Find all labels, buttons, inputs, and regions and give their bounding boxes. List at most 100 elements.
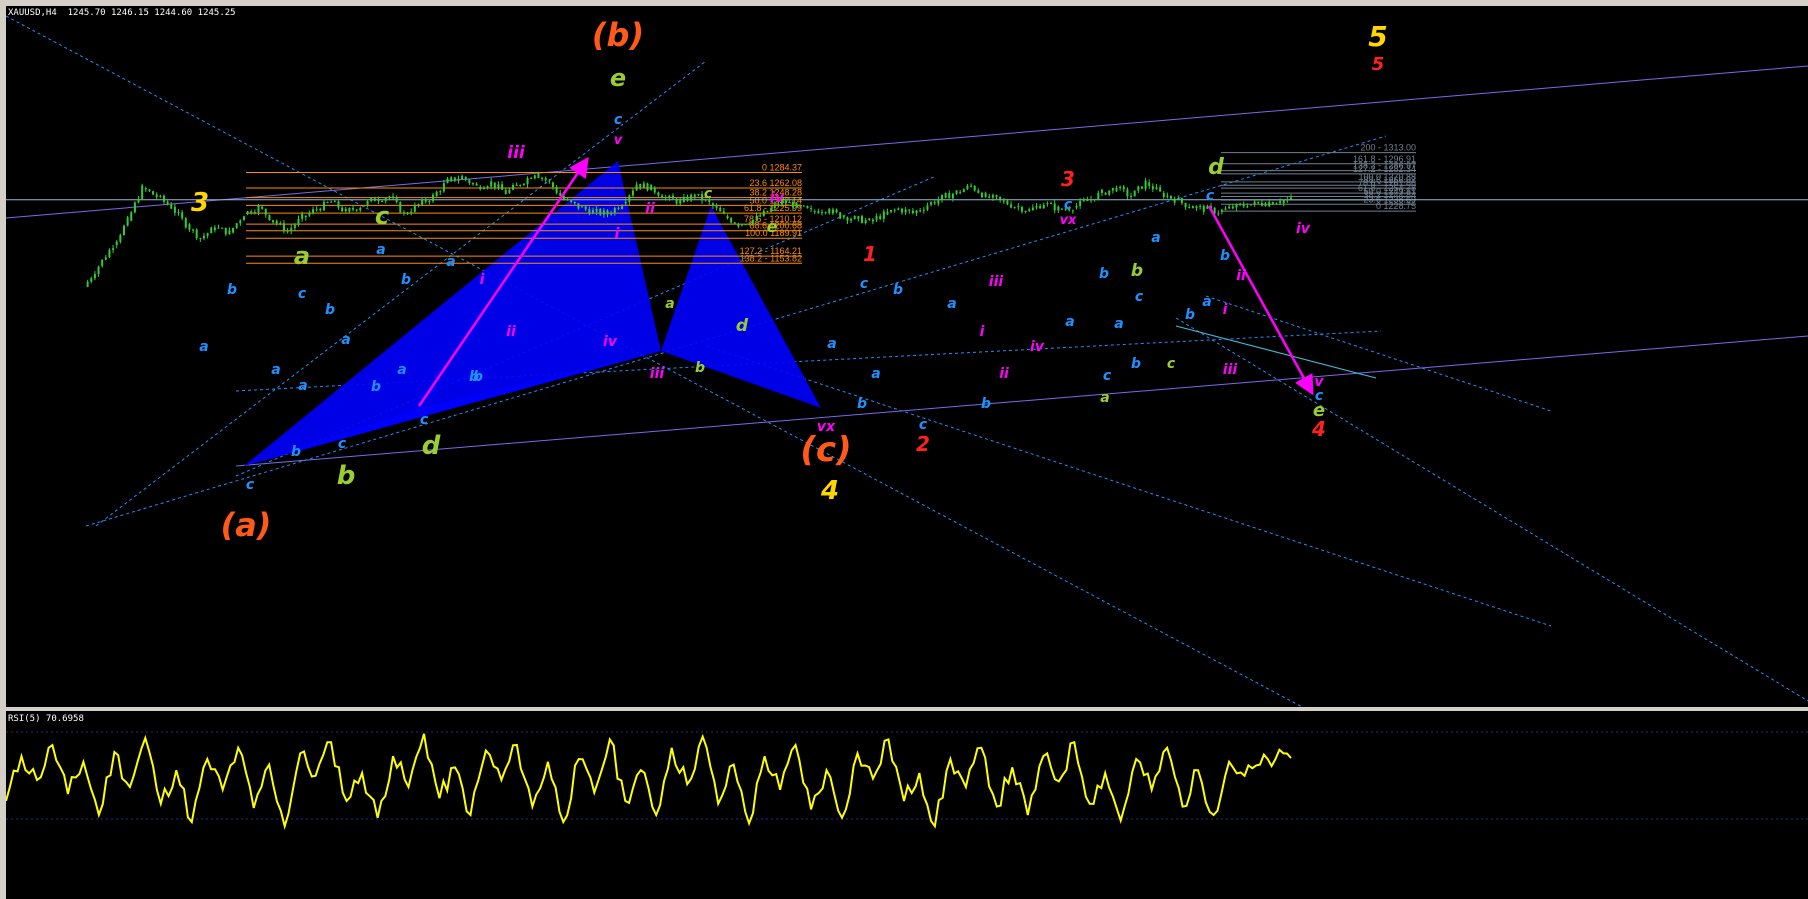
candle-body bbox=[791, 201, 794, 208]
candle-body bbox=[1239, 203, 1242, 205]
candle-body bbox=[457, 179, 460, 181]
wave-label: 2 bbox=[916, 432, 930, 456]
wave-label: i bbox=[480, 272, 485, 288]
candle-body bbox=[1130, 196, 1133, 198]
candle-body bbox=[682, 196, 685, 202]
candle-body bbox=[472, 183, 475, 185]
candle-body bbox=[301, 213, 304, 219]
wave-label: c bbox=[614, 112, 623, 128]
rsi-panel[interactable]: RSI(5) 70.6958 bbox=[6, 712, 1808, 899]
candle-body bbox=[224, 227, 227, 235]
candle-body bbox=[831, 209, 834, 214]
wave-label: 5 bbox=[1372, 54, 1385, 75]
price-chart-panel[interactable]: 0 1284.37 23.6 1262.08 38.2 1248.28 50.0 12… bbox=[6, 6, 1808, 709]
candle-body bbox=[1191, 206, 1194, 209]
candle-body bbox=[835, 209, 838, 213]
wave-label: (a) bbox=[221, 506, 272, 544]
wave-label: ii bbox=[506, 324, 516, 340]
candle-body bbox=[973, 185, 976, 191]
wave-label: e bbox=[767, 217, 778, 236]
wave-label: c bbox=[1135, 289, 1144, 305]
candle-body bbox=[221, 227, 224, 229]
candle-body bbox=[1140, 186, 1143, 189]
wave-label: c bbox=[298, 286, 307, 302]
candle-body bbox=[541, 177, 544, 179]
candle-body bbox=[995, 195, 998, 197]
candle-body bbox=[133, 202, 136, 213]
candle-body bbox=[1024, 211, 1027, 213]
rsi-header: RSI(5) 70.6958 bbox=[8, 714, 84, 724]
candle-body bbox=[999, 196, 1002, 200]
candle-body bbox=[511, 185, 514, 190]
candle-body bbox=[1115, 187, 1118, 192]
candle-body bbox=[1202, 206, 1205, 212]
candle-body bbox=[1071, 210, 1074, 212]
candle-body bbox=[213, 227, 216, 231]
candle-body bbox=[1053, 203, 1056, 211]
candle-body bbox=[1170, 195, 1173, 199]
candle-body bbox=[962, 189, 965, 193]
candle-body bbox=[602, 210, 605, 215]
wave-label: a bbox=[199, 339, 208, 355]
wave-label: b bbox=[1099, 266, 1109, 282]
wave-label: a bbox=[397, 362, 406, 378]
candle-body bbox=[388, 196, 391, 199]
candle-body bbox=[922, 209, 925, 211]
candle-body bbox=[690, 194, 693, 201]
wave-label: c bbox=[420, 412, 429, 428]
wave-label: a bbox=[947, 296, 956, 312]
candle-body bbox=[1184, 202, 1187, 208]
wave-label: (b) bbox=[592, 16, 644, 54]
candle-body bbox=[137, 199, 140, 203]
rsi-line bbox=[6, 733, 1292, 830]
candle-body bbox=[446, 178, 449, 184]
candle-body bbox=[1028, 209, 1031, 212]
candle-body bbox=[272, 220, 275, 223]
candle-body bbox=[966, 185, 969, 190]
candle-body bbox=[697, 193, 700, 196]
candle-body bbox=[308, 212, 311, 216]
wave-label: 4 bbox=[1311, 417, 1326, 441]
candle-body bbox=[988, 196, 991, 198]
candle-body bbox=[1082, 200, 1085, 202]
wave-labels: (b)ecviii3 ca abacbaaa bab cbbc bdc(a)aiiibii… bbox=[191, 16, 1388, 544]
panel-separator[interactable] bbox=[0, 707, 1808, 711]
candle-body bbox=[482, 188, 485, 190]
wave-label: a bbox=[1100, 390, 1109, 406]
candle-body bbox=[315, 209, 318, 211]
candle-body bbox=[242, 216, 245, 221]
candle-body bbox=[566, 199, 569, 201]
candle-body bbox=[1035, 205, 1038, 208]
candle-body bbox=[239, 220, 242, 224]
candle-body bbox=[232, 227, 235, 233]
candle-body bbox=[613, 207, 616, 214]
candle-body bbox=[1220, 209, 1223, 212]
candle-body bbox=[519, 184, 522, 186]
candle-body bbox=[530, 178, 533, 180]
candle-body bbox=[1235, 203, 1238, 208]
candle-body bbox=[606, 210, 609, 215]
candle-body bbox=[915, 210, 918, 214]
candle-body bbox=[737, 223, 740, 227]
candle-body bbox=[1231, 206, 1234, 209]
wave-label: b bbox=[1131, 261, 1143, 281]
candle-body bbox=[646, 183, 649, 191]
candle-body bbox=[937, 199, 940, 204]
candle-body bbox=[864, 220, 867, 224]
wave-label: c bbox=[1167, 356, 1176, 372]
candle-body bbox=[202, 235, 205, 239]
candle-body bbox=[159, 195, 162, 197]
candle-body bbox=[497, 184, 500, 188]
candle-body bbox=[733, 222, 736, 224]
candle-body bbox=[108, 249, 111, 258]
candle-body bbox=[1093, 198, 1096, 200]
candle-body bbox=[450, 177, 453, 182]
fib-level-label: 0 1228.75 bbox=[1376, 201, 1416, 211]
candle-body bbox=[421, 199, 424, 205]
candle-body bbox=[533, 175, 536, 179]
wave-label: vx bbox=[1060, 213, 1077, 228]
candle-body bbox=[617, 207, 620, 209]
candle-body bbox=[1079, 201, 1082, 206]
candle-body bbox=[701, 193, 704, 201]
candle-body bbox=[711, 203, 714, 207]
